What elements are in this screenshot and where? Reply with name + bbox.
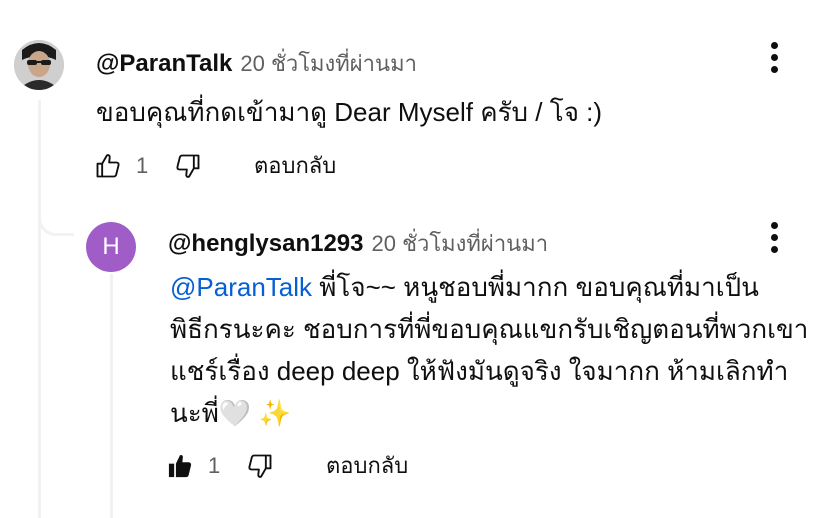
reply-button[interactable]: ตอบกลับ: [326, 448, 408, 483]
thumbs-up-icon: [96, 153, 120, 177]
like-count: 1: [136, 152, 149, 178]
thumbs-up-filled-icon: [168, 454, 192, 477]
comment-text-line: แชร์เรื่อง deep deep ให้ฟังมันดูจริง ใจม…: [170, 356, 789, 386]
thumbs-down-icon: [176, 154, 200, 178]
thread-connector-line: [38, 100, 41, 518]
thumbs-down-icon: [248, 454, 272, 478]
avatar[interactable]: H: [86, 222, 136, 272]
comment-text-line: นะพี่🤍 ✨: [170, 398, 291, 428]
avatar-letter: H: [102, 233, 120, 260]
comment-text: ขอบคุณที่กดเข้ามาดู Dear Myself ครับ / โ…: [96, 97, 603, 127]
thread-connector-curve: [38, 206, 74, 236]
profile-photo-icon: [14, 40, 64, 90]
comment-header: @henglysan1293 20 ชั่วโมงที่ผ่านมา: [168, 226, 548, 261]
mention-link[interactable]: @ParanTalk: [170, 272, 312, 302]
reply-button[interactable]: ตอบกลับ: [254, 148, 336, 183]
like-count: 1: [208, 452, 221, 478]
comment-actions: 1 ตอบกลับ: [92, 148, 336, 183]
more-options-icon[interactable]: [769, 222, 779, 253]
dislike-button[interactable]: [244, 450, 276, 482]
like-button[interactable]: [92, 150, 124, 182]
dislike-button[interactable]: [172, 150, 204, 182]
comment-text-line: @ParanTalk พี่โจ~~ หนูชอบพี่มากก ขอบคุณท…: [170, 266, 810, 308]
reply-connector-line: [110, 274, 113, 518]
more-options-icon[interactable]: [769, 42, 779, 73]
comment-header: @ParanTalk 20 ชั่วโมงที่ผ่านมา: [96, 46, 417, 81]
author-name[interactable]: @henglysan1293: [168, 230, 364, 258]
avatar[interactable]: [14, 40, 64, 90]
like-button[interactable]: [164, 450, 196, 482]
comment-text-line: พิธีกรนะคะ ชอบการที่พี่ขอบคุณแขกรับเชิญต…: [170, 314, 809, 344]
comment-text: @ParanTalk พี่โจ~~ หนูชอบพี่มากก ขอบคุณท…: [170, 266, 810, 434]
comment-text-segment: พี่โจ~~ หนูชอบพี่มากก ขอบคุณที่มาเป็น: [319, 272, 759, 302]
author-name[interactable]: @ParanTalk: [96, 50, 232, 78]
comment-actions: 1 ตอบกลับ: [164, 448, 408, 483]
comment-time[interactable]: 20 ชั่วโมงที่ผ่านมา: [240, 46, 417, 81]
comment-time[interactable]: 20 ชั่วโมงที่ผ่านมา: [372, 226, 549, 261]
